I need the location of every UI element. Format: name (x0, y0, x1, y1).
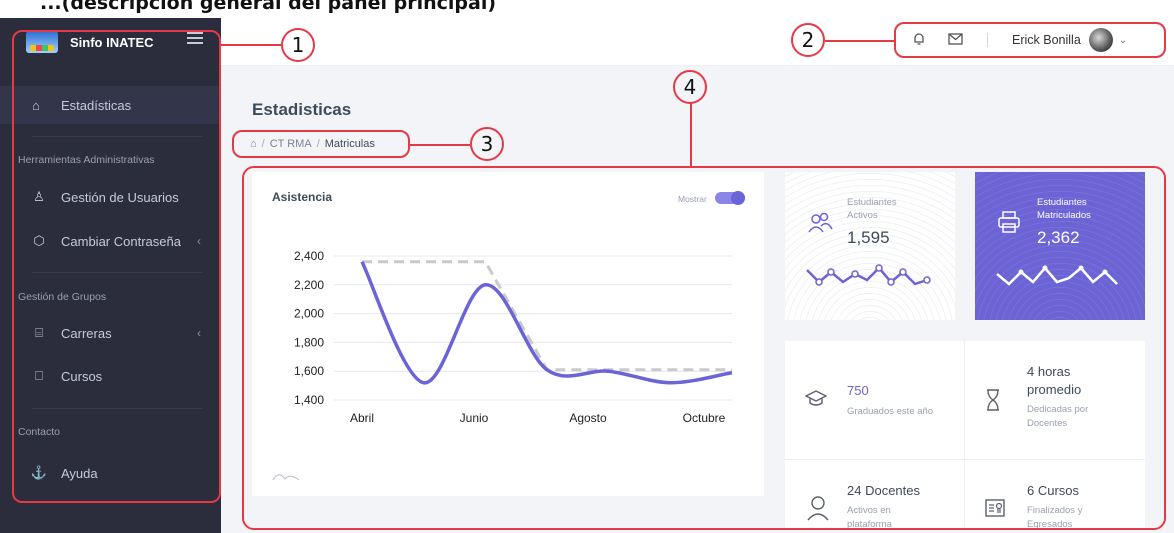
annotation-callout-1: 1 (281, 28, 315, 62)
page-title: Estadisticas (252, 100, 352, 119)
annotation-callout-4: 4 (673, 70, 707, 104)
annotation-leader (410, 144, 470, 146)
figure-caption: ...(descripcion general del panel princi… (40, 0, 497, 14)
breadcrumb-current: Matriculas (324, 138, 375, 150)
annotation-leader (690, 102, 692, 166)
screenshot-root: ...(descripcion general del panel princi… (0, 0, 1174, 533)
breadcrumb-separator: / (261, 138, 265, 150)
home-icon[interactable]: ⌂ (250, 138, 257, 150)
breadcrumb-item[interactable]: CT RMA (270, 138, 312, 150)
breadcrumb-separator: / (316, 138, 320, 150)
annotation-leader (221, 44, 281, 46)
breadcrumb: ⌂ / CT RMA / Matriculas (232, 130, 410, 158)
annotation-leader (825, 40, 894, 42)
annotation-box-sidebar (12, 30, 221, 503)
annotation-box-content (242, 166, 1166, 530)
annotation-callout-3: 3 (470, 127, 504, 161)
annotation-box-toolbar (894, 22, 1166, 58)
annotation-callout-2: 2 (791, 23, 825, 57)
